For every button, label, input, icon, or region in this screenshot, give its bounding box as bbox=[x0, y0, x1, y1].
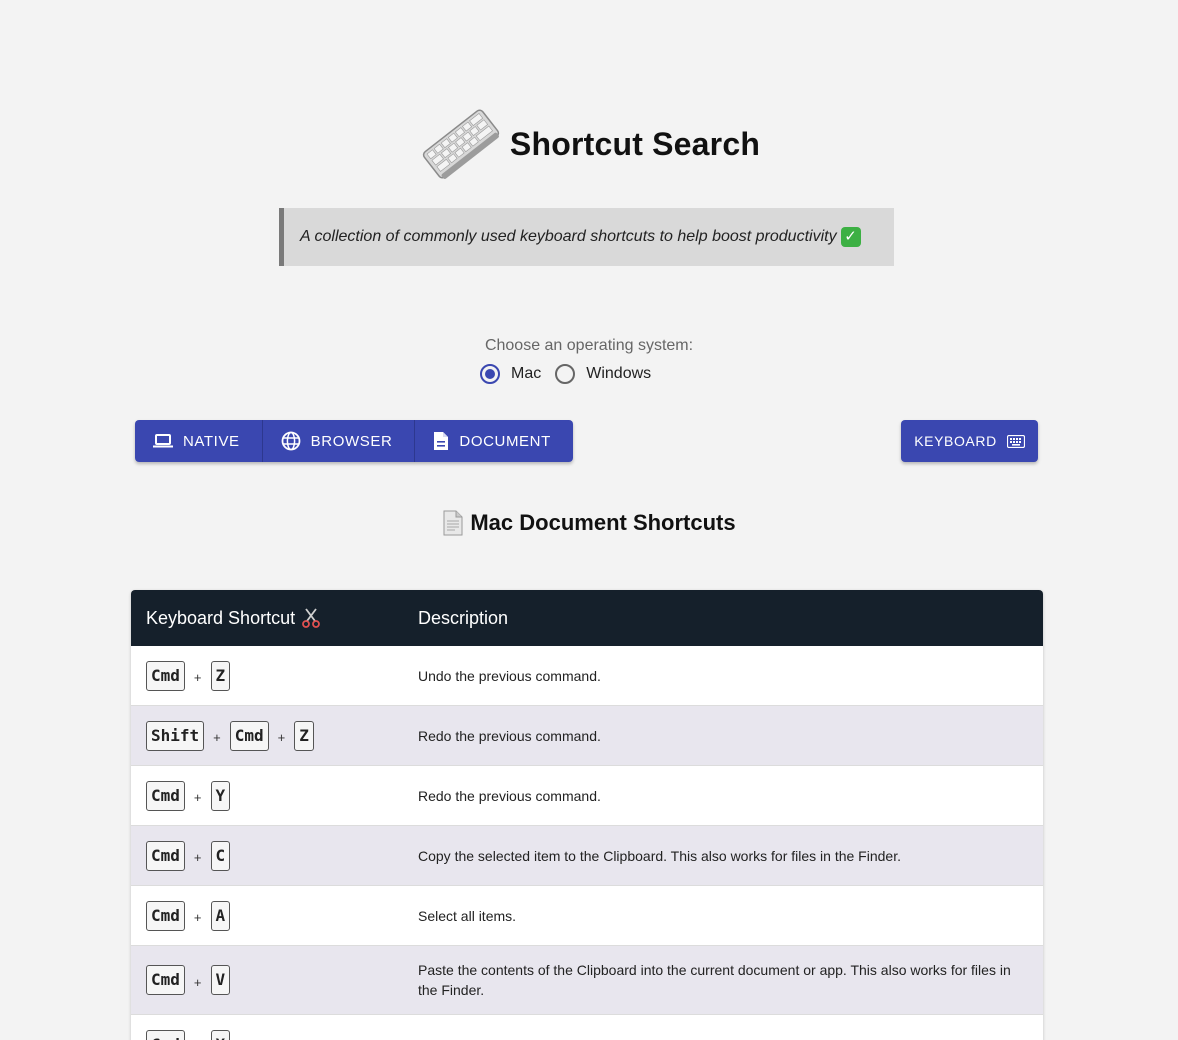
description-cell: Copy the selected item to the Clipboard.… bbox=[418, 847, 901, 864]
table-body: Cmd + Z Undo the previous command. Shift + Cmd… bbox=[131, 646, 1043, 1040]
shortcut-cell: Cmd + Y bbox=[131, 780, 403, 811]
plus-separator: + bbox=[193, 910, 202, 925]
description-cell: Redo the previous command. bbox=[418, 787, 601, 804]
key-cap: V bbox=[210, 965, 231, 995]
plus-separator: + bbox=[193, 790, 202, 805]
os-picker-label: Choose an operating system: bbox=[484, 337, 694, 354]
os-radio-group: Mac Windows bbox=[480, 364, 665, 384]
radio-button-unchecked[interactable] bbox=[555, 364, 576, 384]
plus-separator: + bbox=[277, 730, 286, 745]
table-row: Cmd + C Copy the selected item to the Clipb… bbox=[131, 826, 1043, 886]
shortcuts-table: Keyboard Shortcut Description Cmd + Z Undo … bbox=[131, 590, 1043, 1040]
radio-label-mac: Mac bbox=[511, 365, 542, 382]
table-header: Keyboard Shortcut Description bbox=[131, 590, 1043, 646]
description-cell bbox=[403, 1031, 1043, 1040]
table-row: Shift + Cmd + Z Redo the previous command. bbox=[131, 706, 1043, 766]
key-cap: Cmd bbox=[146, 965, 185, 995]
document-icon bbox=[434, 432, 449, 450]
radio-button-checked[interactable] bbox=[480, 364, 500, 384]
description-cell: Redo the previous command. bbox=[418, 727, 601, 744]
key-cap: Cmd bbox=[146, 840, 185, 871]
description-cell: Undo the previous command. bbox=[418, 667, 601, 684]
globe-icon bbox=[281, 431, 301, 451]
keyboard-button-label: KEYBOARD bbox=[914, 433, 997, 449]
native-button-label: NATIVE bbox=[183, 432, 240, 450]
key-cap: Cmd bbox=[146, 660, 185, 691]
header-description: Description bbox=[418, 607, 509, 628]
plus-separator: + bbox=[193, 670, 202, 685]
key-cap: Y bbox=[210, 780, 231, 811]
document-icon bbox=[443, 510, 463, 536]
key-cap: Cmd bbox=[229, 720, 269, 751]
shortcut-cell: Cmd + C bbox=[131, 840, 403, 871]
shortcut-cell: Cmd + V bbox=[131, 965, 403, 995]
laptop-icon bbox=[153, 434, 173, 448]
key-cap: A bbox=[210, 900, 231, 931]
key-cap: Cmd bbox=[146, 900, 185, 931]
browser-button-label: BROWSER bbox=[310, 432, 393, 450]
key-cap: C bbox=[210, 840, 231, 871]
shortcut-cell: Cmd + A bbox=[131, 900, 403, 931]
key-cap: X bbox=[210, 1029, 231, 1040]
table-row: Cmd+X bbox=[131, 1015, 1043, 1040]
key-cap: Cmd bbox=[146, 780, 185, 811]
keyboard-icon bbox=[1006, 434, 1025, 448]
key-cap: Shift bbox=[146, 720, 205, 751]
plus-separator: + bbox=[213, 730, 221, 745]
radio-windows[interactable]: Windows bbox=[555, 364, 651, 384]
shortcut-cell: Cmd+X bbox=[131, 1029, 403, 1040]
header-shortcut-label: Keyboard Shortcut bbox=[146, 607, 296, 628]
keyboard-icon bbox=[422, 109, 500, 179]
plus-separator: + bbox=[193, 974, 202, 990]
shortcut-cell: Cmd + Z bbox=[131, 660, 403, 691]
table-row: Cmd + Y Redo the previous command. bbox=[131, 766, 1043, 826]
tagline: A collection of commonly used keyboard s… bbox=[279, 208, 894, 266]
plus-separator: + bbox=[193, 850, 202, 865]
check-icon: ✓ bbox=[840, 227, 861, 247]
radio-label-windows: Windows bbox=[586, 365, 652, 382]
header-shortcut: Keyboard Shortcut bbox=[131, 608, 403, 629]
page-header: Shortcut Search bbox=[0, 98, 1178, 190]
radio-mac[interactable]: Mac bbox=[480, 364, 541, 384]
description-cell: Select all items. bbox=[418, 907, 517, 924]
table-row: Cmd + Z Undo the previous command. bbox=[131, 646, 1043, 706]
scissors-icon bbox=[302, 608, 320, 628]
key-cap: Z bbox=[210, 660, 231, 691]
keyboard-button[interactable]: KEYBOARD bbox=[901, 420, 1038, 462]
tagline-text: A collection of commonly used keyboard s… bbox=[300, 228, 837, 245]
document-button-label: DOCUMENT bbox=[459, 432, 551, 450]
description-cell: Paste the contents of the Clipboard into… bbox=[418, 962, 1011, 998]
native-button[interactable]: NATIVE bbox=[135, 420, 263, 462]
key-cap: Z bbox=[294, 720, 314, 751]
document-button[interactable]: DOCUMENT bbox=[415, 420, 573, 462]
page-title: Shortcut Search bbox=[509, 125, 761, 162]
table-row: Cmd + A Select all items. bbox=[131, 886, 1043, 946]
category-button-group: NATIVE BROWSER DOCUMENT bbox=[135, 420, 573, 462]
browser-button[interactable]: BROWSER bbox=[262, 420, 416, 462]
table-row: Cmd + V Paste the contents of the Clipboard… bbox=[131, 946, 1043, 1015]
section-heading: Mac Document Shortcuts bbox=[0, 510, 1178, 536]
key-cap: Cmd bbox=[146, 1029, 185, 1040]
section-title: Mac Document Shortcuts bbox=[470, 510, 736, 535]
shortcut-cell: Shift + Cmd + Z bbox=[131, 720, 403, 751]
